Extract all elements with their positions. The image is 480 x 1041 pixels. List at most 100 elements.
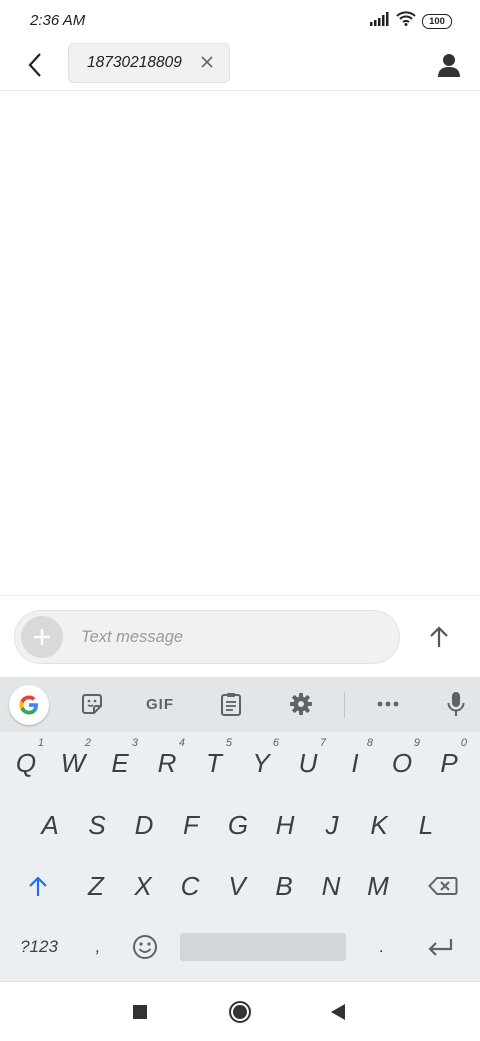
symbols-key[interactable]: ?123: [10, 923, 68, 971]
key-c[interactable]: C: [168, 862, 212, 910]
shift-key[interactable]: [18, 862, 58, 910]
key-label: M: [367, 870, 389, 901]
key-m[interactable]: M: [356, 862, 400, 910]
key-v[interactable]: V: [215, 862, 259, 910]
keyboard-toolbar: GIF: [0, 677, 480, 732]
key-p[interactable]: P0: [427, 737, 471, 787]
key-d[interactable]: D: [122, 801, 166, 849]
sticker-button[interactable]: [72, 686, 112, 722]
google-icon: [19, 695, 38, 715]
key-s[interactable]: S: [75, 801, 119, 849]
toolbar-divider: [344, 692, 345, 718]
key-hint: 9: [413, 737, 420, 749]
key-a[interactable]: A: [28, 801, 72, 849]
back-arrow-icon: [28, 53, 41, 77]
key-label: E: [111, 747, 129, 778]
message-input[interactable]: [81, 625, 381, 649]
key-hint: 2: [84, 737, 91, 749]
key-b[interactable]: B: [262, 862, 306, 910]
key-label: T: [206, 747, 222, 778]
attach-button[interactable]: [21, 616, 63, 658]
key-u[interactable]: U7: [286, 737, 330, 787]
key-label: W: [60, 747, 86, 778]
send-button[interactable]: [418, 616, 460, 658]
keyboard: G I F Q 1 W 2 E 3 R 4 T 5 Y 6 U 7 I 8 O 9 …: [0, 677, 480, 981]
compose-field: [14, 610, 400, 664]
key-r[interactable]: R4: [145, 737, 189, 787]
key-h[interactable]: H: [263, 801, 307, 849]
key-label: U: [298, 747, 318, 778]
space-key[interactable]: [180, 933, 346, 961]
remove-recipient-button[interactable]: [197, 52, 217, 72]
key-label: Y: [252, 747, 270, 778]
recents-button[interactable]: [124, 996, 156, 1028]
key-z[interactable]: Z: [74, 862, 118, 910]
key-label: I: [351, 747, 359, 778]
conversation-header: 18730218809: [0, 42, 480, 91]
nav-back-button[interactable]: [322, 996, 354, 1028]
key-t[interactable]: T5: [192, 737, 236, 787]
enter-key[interactable]: [418, 923, 464, 971]
recents-icon: [133, 1005, 147, 1019]
key-y[interactable]: Y6: [239, 737, 283, 787]
clipboard-button[interactable]: [211, 686, 251, 722]
key-label: F: [183, 809, 199, 840]
key-label: Q: [15, 747, 37, 778]
key-label: A: [41, 809, 59, 840]
contact-button[interactable]: [432, 48, 466, 82]
arrow-up-icon: [430, 626, 448, 647]
key-label: R: [157, 747, 177, 778]
battery-icon: 100: [422, 13, 452, 29]
mic-icon: [447, 692, 465, 716]
enter-icon: [428, 939, 453, 956]
recipient-chip[interactable]: 18730218809: [68, 43, 230, 83]
key-q[interactable]: Q1: [4, 737, 48, 787]
settings-button[interactable]: [281, 686, 321, 722]
key-j[interactable]: J: [310, 801, 354, 849]
key-label: Z: [88, 870, 104, 901]
plus-icon: [34, 629, 50, 645]
shift-arrow-icon: [29, 876, 47, 896]
recipient-number: 18730218809: [87, 54, 182, 71]
more-button[interactable]: [368, 686, 408, 722]
key-w[interactable]: W2: [51, 737, 95, 787]
key-l[interactable]: L: [404, 801, 448, 849]
voice-input-button[interactable]: [436, 686, 476, 722]
key-f[interactable]: F: [169, 801, 213, 849]
home-icon: [229, 1001, 251, 1023]
key-x[interactable]: X: [121, 862, 165, 910]
key-hint: 6: [272, 737, 279, 749]
back-triangle-icon: [331, 1004, 345, 1020]
key-label: O: [391, 747, 413, 778]
period-key[interactable]: .: [368, 923, 396, 971]
home-button[interactable]: [224, 996, 256, 1028]
comma-key[interactable]: ,: [84, 923, 112, 971]
key-g[interactable]: G: [216, 801, 260, 849]
key-label: X: [134, 870, 152, 901]
key-hint: 1: [37, 737, 44, 749]
key-hint: 7: [319, 737, 326, 749]
key-label: B: [275, 870, 293, 901]
key-label: L: [418, 809, 434, 840]
key-label: C: [180, 870, 200, 901]
key-label: G: [227, 809, 249, 840]
key-n[interactable]: N: [309, 862, 353, 910]
gif-button[interactable]: GIF: [140, 686, 180, 722]
gif-label: GIF: [146, 695, 174, 713]
key-k[interactable]: K: [357, 801, 401, 849]
back-button[interactable]: [18, 48, 52, 82]
person-icon: [438, 54, 460, 77]
key-label: S: [88, 809, 106, 840]
google-button[interactable]: [9, 685, 49, 725]
backspace-key[interactable]: [420, 862, 466, 910]
key-hint: 4: [178, 737, 185, 749]
key-e[interactable]: E3: [98, 737, 142, 787]
backspace-icon: [428, 877, 458, 895]
emoji-key[interactable]: [124, 923, 166, 971]
key-o[interactable]: O9: [380, 737, 424, 787]
signal-icon: [370, 11, 390, 31]
key-i[interactable]: I8: [333, 737, 377, 787]
key-hint: 8: [366, 737, 373, 749]
compose-bar: [0, 595, 480, 678]
status-bar: 2:36 AM 100: [0, 0, 480, 42]
